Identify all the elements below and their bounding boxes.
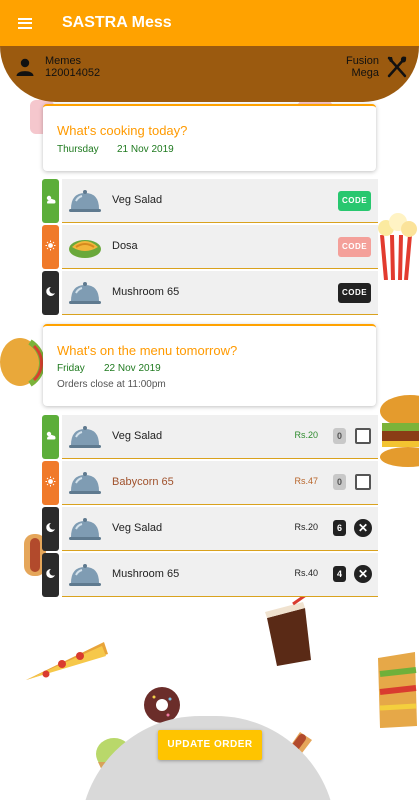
breakfast-strip — [42, 415, 59, 459]
user-id: 120014052 — [45, 67, 101, 79]
price-label: Rs.47 — [294, 476, 318, 486]
dish-name: Babycorn 65 — [112, 476, 174, 488]
lunch-strip — [42, 461, 59, 505]
dish-name: Mushroom 65 — [112, 286, 180, 298]
meal-item: Mushroom 65 CODE — [62, 271, 378, 315]
quantity-badge: 0 — [333, 474, 346, 490]
tomorrow-date: 22 Nov 2019 — [104, 363, 161, 374]
select-checkbox[interactable] — [355, 474, 371, 490]
cloche-icon — [69, 282, 101, 304]
update-order-button[interactable]: UPDATE ORDER — [158, 730, 262, 760]
today-meal-row[interactable]: Dosa CODE — [42, 225, 378, 269]
meal-item: Dosa CODE — [62, 225, 378, 269]
today-meal-row[interactable]: Mushroom 65 CODE — [42, 271, 378, 315]
price-label: Rs.40 — [294, 568, 318, 578]
mess-name: Fusion — [345, 55, 379, 67]
code-button[interactable]: CODE — [338, 237, 371, 257]
remove-icon[interactable]: ✕ — [354, 565, 372, 583]
sun-icon — [45, 240, 56, 251]
sun-icon — [45, 476, 56, 487]
price-label: Rs.20 — [294, 430, 318, 440]
user-name: Memes — [45, 55, 82, 67]
tomorrow-day: Friday — [57, 363, 85, 374]
app-bar: SASTRA Mess — [0, 0, 419, 46]
meal-item: Veg Salad CODE — [62, 179, 378, 223]
quantity-badge: 6 — [333, 520, 346, 536]
meal-item: Veg Salad Rs.20 0 — [62, 415, 378, 459]
price-label: Rs.20 — [294, 522, 318, 532]
moon-icon — [46, 568, 55, 578]
meal-item: Mushroom 65 Rs.40 4 ✕ — [62, 553, 378, 597]
app-title: SASTRA Mess — [62, 14, 172, 31]
tomorrow-meal-row[interactable]: Babycorn 65 Rs.47 0 — [42, 461, 378, 505]
breakfast-strip — [42, 179, 59, 223]
meal-item: Babycorn 65 Rs.47 0 — [62, 461, 378, 505]
cloud-sun-icon — [46, 195, 56, 204]
quantity-badge: 4 — [333, 566, 346, 582]
tomorrow-card: What's on the menu tomorrow? Friday 22 N… — [43, 324, 376, 406]
cloche-icon — [69, 190, 101, 212]
order-deadline-note: Orders close at 11:00pm — [57, 379, 166, 390]
main-content: What's cooking today? Thursday 21 Nov 20… — [0, 0, 419, 800]
dosa-icon — [69, 240, 101, 258]
moon-icon — [46, 286, 55, 296]
dish-name: Veg Salad — [112, 522, 163, 534]
cutlery-icon[interactable] — [387, 56, 407, 78]
tomorrow-meal-row[interactable]: Veg Salad Rs.20 0 — [42, 415, 378, 459]
dinner-strip — [42, 271, 59, 315]
cloche-icon — [69, 564, 101, 586]
dish-name: Veg Salad — [112, 430, 163, 442]
tomorrow-meal-row[interactable]: Veg Salad Rs.20 6 ✕ — [42, 507, 378, 551]
cloud-sun-icon — [46, 431, 56, 440]
code-button[interactable]: CODE — [338, 283, 371, 303]
today-heading: What's cooking today? — [57, 123, 188, 138]
dish-name: Dosa — [112, 240, 138, 252]
menu-icon[interactable] — [18, 17, 32, 29]
person-icon — [16, 58, 34, 76]
today-day: Thursday — [57, 144, 99, 155]
code-button[interactable]: CODE — [338, 191, 371, 211]
select-checkbox[interactable] — [355, 428, 371, 444]
mess-type: Mega — [351, 67, 379, 79]
moon-icon — [46, 522, 55, 532]
today-meal-row[interactable]: Veg Salad CODE — [42, 179, 378, 223]
today-date: 21 Nov 2019 — [117, 144, 174, 155]
meal-item: Veg Salad Rs.20 6 ✕ — [62, 507, 378, 551]
dish-name: Veg Salad — [112, 194, 163, 206]
tomorrow-meal-row[interactable]: Mushroom 65 Rs.40 4 ✕ — [42, 553, 378, 597]
lunch-strip — [42, 225, 59, 269]
today-card: What's cooking today? Thursday 21 Nov 20… — [43, 104, 376, 171]
cloche-icon — [69, 518, 101, 540]
quantity-badge: 0 — [333, 428, 346, 444]
remove-icon[interactable]: ✕ — [354, 519, 372, 537]
dish-name: Mushroom 65 — [112, 568, 180, 580]
tomorrow-heading: What's on the menu tomorrow? — [57, 343, 238, 358]
user-bar: Memes 120014052 Fusion Mega — [0, 46, 419, 102]
cloche-icon — [69, 472, 101, 494]
dinner-strip — [42, 507, 59, 551]
dinner-strip — [42, 553, 59, 597]
cloche-icon — [69, 426, 101, 448]
